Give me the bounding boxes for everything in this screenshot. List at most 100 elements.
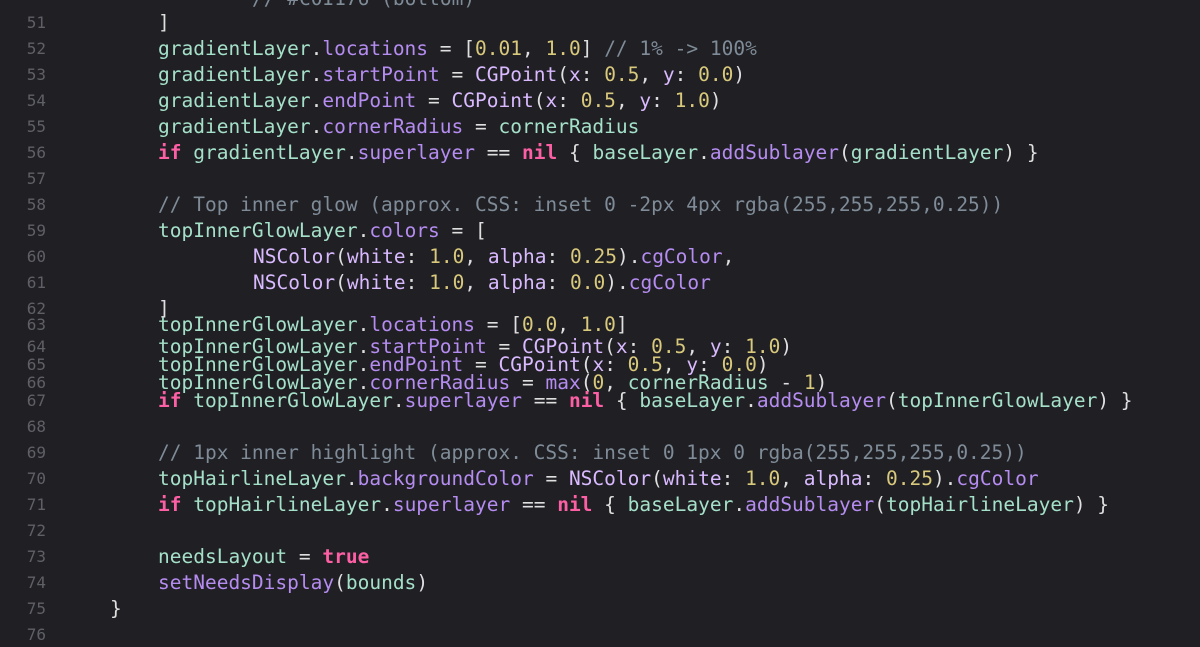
- line-number: 69: [26, 443, 46, 462]
- line-number: 57: [26, 169, 46, 188]
- code-token: 1.0: [745, 467, 781, 490]
- line-number: 74: [26, 573, 46, 592]
- code-token: CGPoint: [475, 63, 558, 86]
- code-line[interactable]: 60 NSColor(white: 1.0, alpha: 0.25).cgCo…: [0, 244, 1200, 270]
- code-token: if: [158, 493, 182, 516]
- code-token: // 1px inner highlight (approx. CSS: ins…: [158, 441, 1027, 464]
- code-token: (: [533, 89, 546, 112]
- code-line[interactable]: 57: [0, 166, 1200, 192]
- code-token: :: [405, 245, 430, 268]
- code-token: ,: [464, 271, 488, 294]
- code-token: ]: [158, 11, 170, 34]
- code-token: nil: [557, 493, 593, 516]
- code-line[interactable]: 59 topInnerGlowLayer.colors = [: [0, 218, 1200, 244]
- code-token: (: [839, 141, 851, 164]
- code-line[interactable]: 70 topHairlineLayer.backgroundColor = NSC…: [0, 466, 1200, 492]
- code-line[interactable]: 68: [0, 414, 1200, 440]
- code-token: ): [733, 63, 746, 86]
- code-token: ==: [475, 141, 522, 164]
- code-token: colors: [369, 219, 440, 242]
- code-token: topInnerGlowLayer: [193, 389, 393, 412]
- code-token: cgColor: [628, 271, 711, 294]
- code-token: ): [416, 571, 429, 594]
- code-text: gradientLayer.cornerRadius = cornerRadiu…: [158, 114, 639, 140]
- code-line[interactable]: 61 NSColor(white: 1.0, alpha: 0.0).cgCol…: [0, 270, 1200, 296]
- code-token: gradientLayer: [158, 89, 311, 112]
- code-token: ,: [780, 467, 804, 490]
- code-token: bounds: [345, 571, 417, 594]
- code-token: gradientLayer: [850, 141, 1004, 164]
- code-line[interactable]: 75}: [0, 596, 1200, 622]
- code-token: ).: [932, 467, 957, 490]
- code-token: endPoint: [322, 89, 417, 112]
- code-token: (: [335, 245, 347, 268]
- code-token: ,: [464, 245, 488, 268]
- code-token: baseLayer: [639, 389, 746, 412]
- code-text: needsLayout = true: [158, 544, 369, 570]
- code-text: NSColor(white: 1.0, alpha: 0.0).cgColor: [206, 270, 711, 296]
- code-line[interactable]: 69 // 1px inner highlight (approx. CSS: i…: [0, 440, 1200, 466]
- code-text: gradientLayer.startPoint = CGPoint(x: 0.…: [158, 62, 745, 88]
- code-token: 0.0: [521, 313, 558, 336]
- code-token: :: [580, 63, 605, 86]
- code-text: // 1px inner highlight (approx. CSS: ins…: [158, 440, 1027, 466]
- code-line[interactable]: 58 // Top inner glow (approx. CSS: inset …: [0, 192, 1200, 218]
- code-token: ).: [605, 271, 629, 294]
- code-token: =: [533, 467, 569, 490]
- line-number: 70: [26, 469, 46, 488]
- code-token: 0.5: [580, 89, 616, 112]
- code-token: ) }: [1003, 141, 1039, 164]
- code-line[interactable]: 51]: [0, 10, 1200, 36]
- code-text: NSColor(white: 1.0, alpha: 0.25).cgColor…: [206, 244, 734, 270]
- code-token: {: [604, 389, 640, 412]
- code-token: 0.5: [604, 63, 640, 86]
- code-line[interactable]: 72: [0, 518, 1200, 544]
- code-line[interactable]: 76: [0, 622, 1200, 647]
- code-token: (: [334, 571, 346, 594]
- code-text: gradientLayer.locations = [0.01, 1.0] //…: [158, 36, 757, 62]
- line-number: 51: [26, 13, 46, 32]
- code-token: .: [310, 115, 323, 138]
- code-line[interactable]: 73 needsLayout = true: [0, 544, 1200, 570]
- code-token: topHairlineLayer: [158, 467, 346, 490]
- code-token: startPoint: [322, 63, 440, 86]
- code-token: 1.0: [429, 271, 465, 294]
- code-token: locations: [322, 37, 429, 60]
- code-line[interactable]: 55 gradientLayer.cornerRadius = cornerRad…: [0, 114, 1200, 140]
- code-token: locations: [369, 313, 476, 336]
- code-token: .: [310, 63, 323, 86]
- code-line[interactable]: 71 if topHairlineLayer.superlayer == nil …: [0, 492, 1200, 518]
- code-token: ): [709, 89, 722, 112]
- code-token: nil: [568, 389, 605, 412]
- code-line[interactable]: 74 setNeedsDisplay(bounds): [0, 570, 1200, 596]
- code-token: =: [416, 89, 452, 112]
- code-token: alpha: [487, 271, 547, 294]
- code-token: :: [651, 89, 675, 112]
- code-line[interactable]: 67 if topInnerGlowLayer.superlayer == nil…: [0, 388, 1200, 414]
- code-token: topInnerGlowLayer: [158, 313, 358, 336]
- code-token: if: [158, 141, 182, 164]
- code-text: topInnerGlowLayer.colors = [: [158, 218, 487, 244]
- code-token: NSColor: [568, 467, 652, 490]
- code-line[interactable]: 54 gradientLayer.endPoint = CGPoint(x: 0.…: [0, 88, 1200, 114]
- code-editor[interactable]: // #C0I176 (bottom)51]52gradientLayer.lo…: [0, 0, 1200, 647]
- code-token: ,: [722, 245, 735, 268]
- code-token: :: [674, 63, 699, 86]
- code-token: x: [545, 89, 558, 112]
- code-token: ) }: [1073, 493, 1110, 516]
- code-token: CGPoint: [451, 89, 534, 112]
- code-text: if topInnerGlowLayer.superlayer == nil {…: [158, 388, 1133, 414]
- code-token: needsLayout: [158, 545, 288, 568]
- code-token: 0.0: [698, 63, 734, 86]
- code-token: ==: [510, 493, 558, 516]
- code-line[interactable]: 53 gradientLayer.startPoint = CGPoint(x: …: [0, 62, 1200, 88]
- code-line[interactable]: 56 if gradientLayer.superlayer == nil { b…: [0, 140, 1200, 166]
- code-token: =: [287, 545, 323, 568]
- code-token: .: [310, 37, 323, 60]
- code-token: white: [346, 245, 406, 268]
- code-line[interactable]: 52 gradientLayer.locations = [0.01, 1.0] …: [0, 36, 1200, 62]
- code-token: gradientLayer: [158, 63, 311, 86]
- code-text: topHairlineLayer.backgroundColor = NSCol…: [158, 466, 1039, 492]
- code-token: ,: [615, 89, 640, 112]
